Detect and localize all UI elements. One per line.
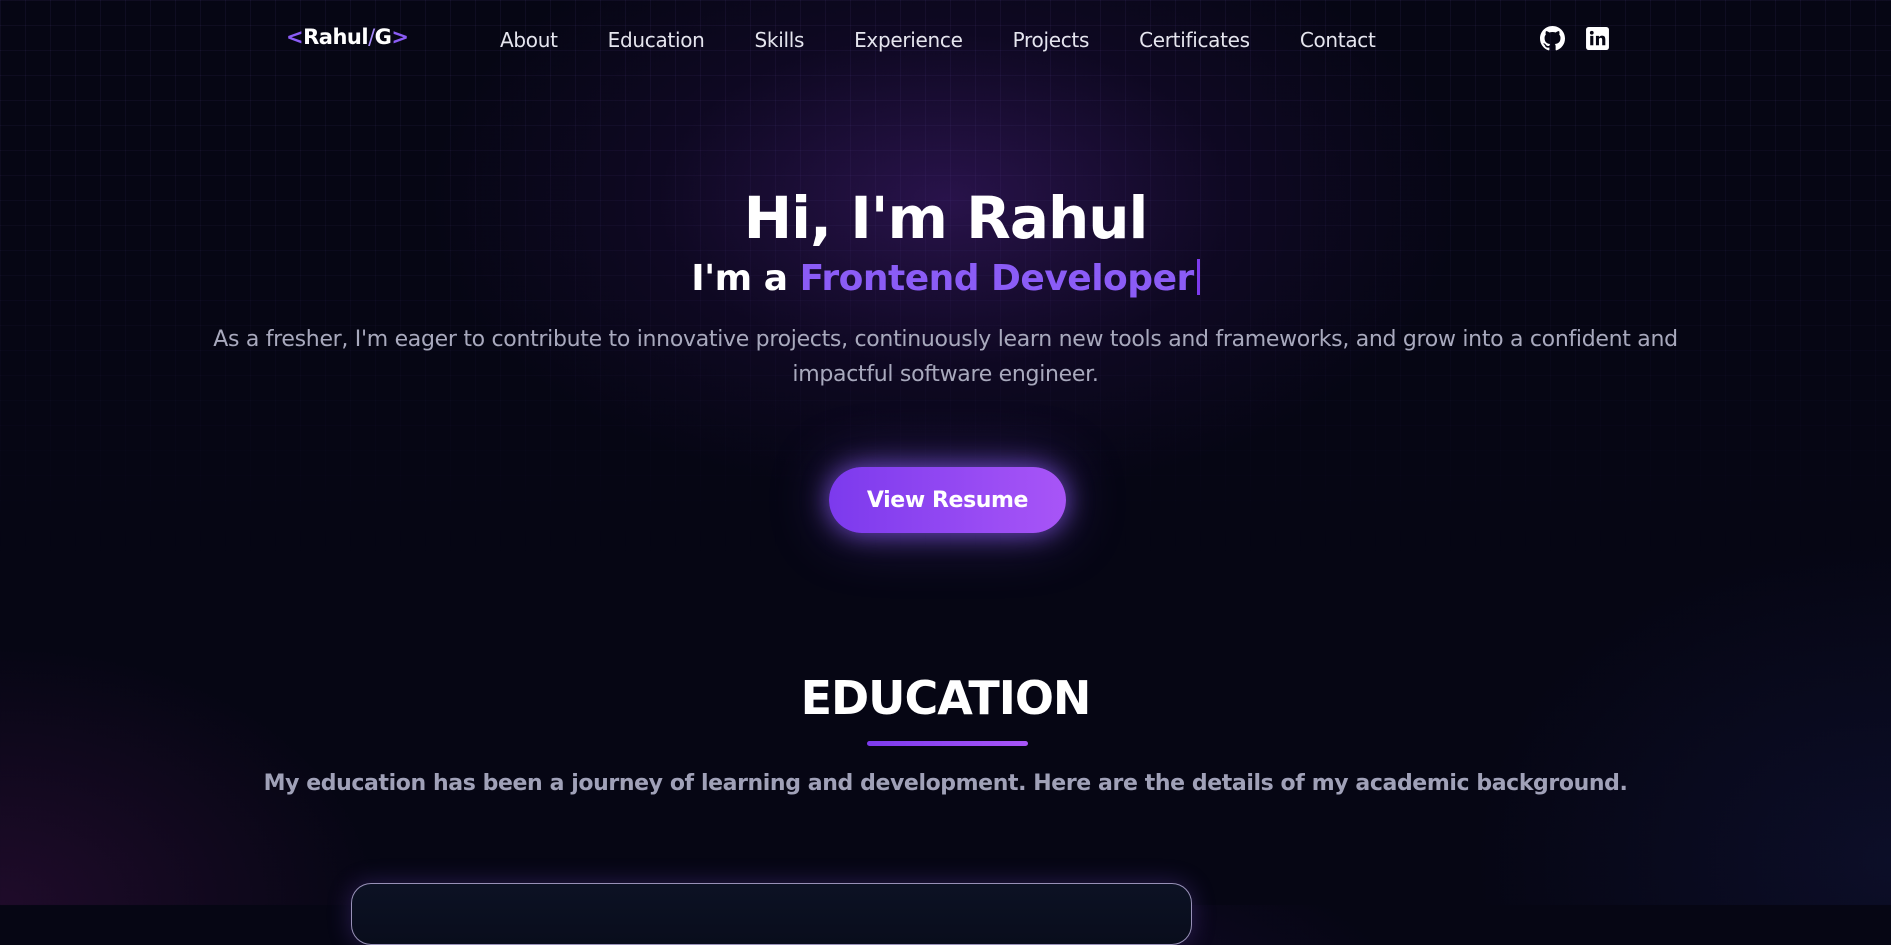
nav-link-education[interactable]: Education (583, 28, 730, 54)
nav-links: About Education Skills Experience Projec… (475, 28, 1401, 54)
education-title: EDUCATION (800, 671, 1092, 725)
logo-slash: / (368, 25, 375, 49)
logo-open-bracket: < (286, 25, 304, 49)
github-icon[interactable] (1540, 26, 1565, 51)
nav-link-skills[interactable]: Skills (730, 28, 830, 54)
hero-role: Frontend Developer (799, 258, 1195, 299)
education-title-underline (867, 741, 1028, 746)
navbar: <Rahul/G> About Education Skills Experie… (0, 0, 1891, 80)
logo[interactable]: <Rahul/G> (286, 25, 409, 49)
education-card (351, 883, 1192, 945)
hero-description: As a fresher, I'm eager to contribute to… (213, 327, 1678, 387)
education-description: My education has been a journey of learn… (263, 771, 1628, 796)
logo-initial: G (374, 25, 392, 49)
nav-link-about[interactable]: About (475, 28, 583, 54)
hero-role-line: I'm a Frontend Developer (0, 255, 1891, 303)
logo-name: Rahul (303, 25, 369, 49)
logo-close-bracket: > (391, 25, 409, 49)
view-resume-button[interactable]: View Resume (829, 467, 1066, 533)
nav-link-experience[interactable]: Experience (829, 28, 988, 54)
nav-link-contact[interactable]: Contact (1275, 28, 1401, 54)
hero-role-prefix: I'm a (691, 258, 788, 299)
linkedin-icon[interactable] (1585, 26, 1610, 51)
typing-cursor (1196, 259, 1200, 295)
hero-title: Hi, I'm Rahul (743, 184, 1149, 252)
social-links (1540, 26, 1610, 51)
nav-link-projects[interactable]: Projects (988, 28, 1114, 54)
nav-link-certificates[interactable]: Certificates (1114, 28, 1275, 54)
